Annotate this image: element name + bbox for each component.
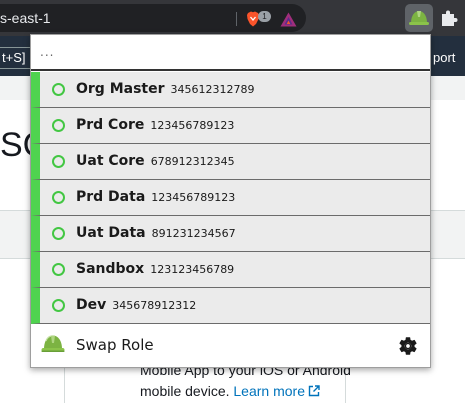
support-menu[interactable]: port [433,50,455,65]
browser-toolbar: s-east-1 1 [0,0,465,36]
address-bar[interactable]: s-east-1 1 [0,4,306,32]
brave-rewards-icon[interactable] [280,12,297,27]
role-status-circle-icon [52,299,65,312]
role-item[interactable]: Dev 345678912312 [31,288,430,324]
role-name: Sandbox 123123456789 [76,261,235,277]
role-search-input[interactable] [31,35,430,71]
role-item[interactable]: Prd Data 123456789123 [31,180,430,216]
role-account-id: 891231234567 [151,227,236,240]
external-link-icon[interactable] [308,385,320,397]
role-account-id: 345612312789 [170,83,255,96]
role-status-circle-icon [52,191,65,204]
role-item[interactable]: Uat Data 891231234567 [31,216,430,252]
address-separator [236,12,237,26]
role-item[interactable]: Prd Core 123456789123 [31,108,430,144]
role-account-id: 123123456789 [150,263,235,276]
hard-hat-icon [41,335,65,352]
popup-footer: Swap Role [31,324,430,367]
role-status-circle-icon [52,155,65,168]
role-list: Org Master 345612312789 Prd Core 123456789… [31,72,430,324]
screen: s-east-1 1 t+S] port SC Mobile App to yo… [0,0,465,403]
mobile-device-text: mobile device. [140,383,230,399]
role-name: Dev 345678912312 [76,297,197,313]
role-account-id: 123456789123 [151,191,236,204]
role-item[interactable]: Uat Core 678912312345 [31,144,430,180]
role-status-circle-icon [52,227,65,240]
role-name: Uat Data 891231234567 [76,225,236,241]
address-text[interactable]: s-east-1 [0,10,51,26]
role-account-id: 345678912312 [112,299,197,312]
role-name: Prd Data 123456789123 [76,189,236,205]
shortcut-hint: t+S] [0,47,31,69]
popup-title: Swap Role [76,336,154,354]
role-name: Uat Core 678912312345 [76,153,235,169]
role-account-id: 678912312345 [150,155,235,168]
shields-count-badge: 1 [258,11,271,22]
role-status-circle-icon [52,119,65,132]
extensions-puzzle-icon[interactable] [440,9,458,27]
role-item[interactable]: Org Master 345612312789 [31,72,430,108]
role-account-id: 123456789123 [150,119,235,132]
role-status-circle-icon [52,83,65,96]
gear-icon[interactable] [397,335,419,357]
hard-hat-icon [409,11,429,25]
swap-role-extension-button[interactable] [405,4,433,32]
learn-more-link[interactable]: Learn more [233,383,305,399]
swap-role-popup: Org Master345612312789 Prd Core123456789… [30,34,431,368]
role-name: Prd Core 123456789123 [76,117,235,133]
mobile-app-text-2: mobile device. Learn more [140,383,320,399]
role-name: Org Master 345612312789 [76,81,255,97]
role-status-circle-icon [52,263,65,276]
role-item[interactable]: Sandbox 123123456789 [31,252,430,288]
